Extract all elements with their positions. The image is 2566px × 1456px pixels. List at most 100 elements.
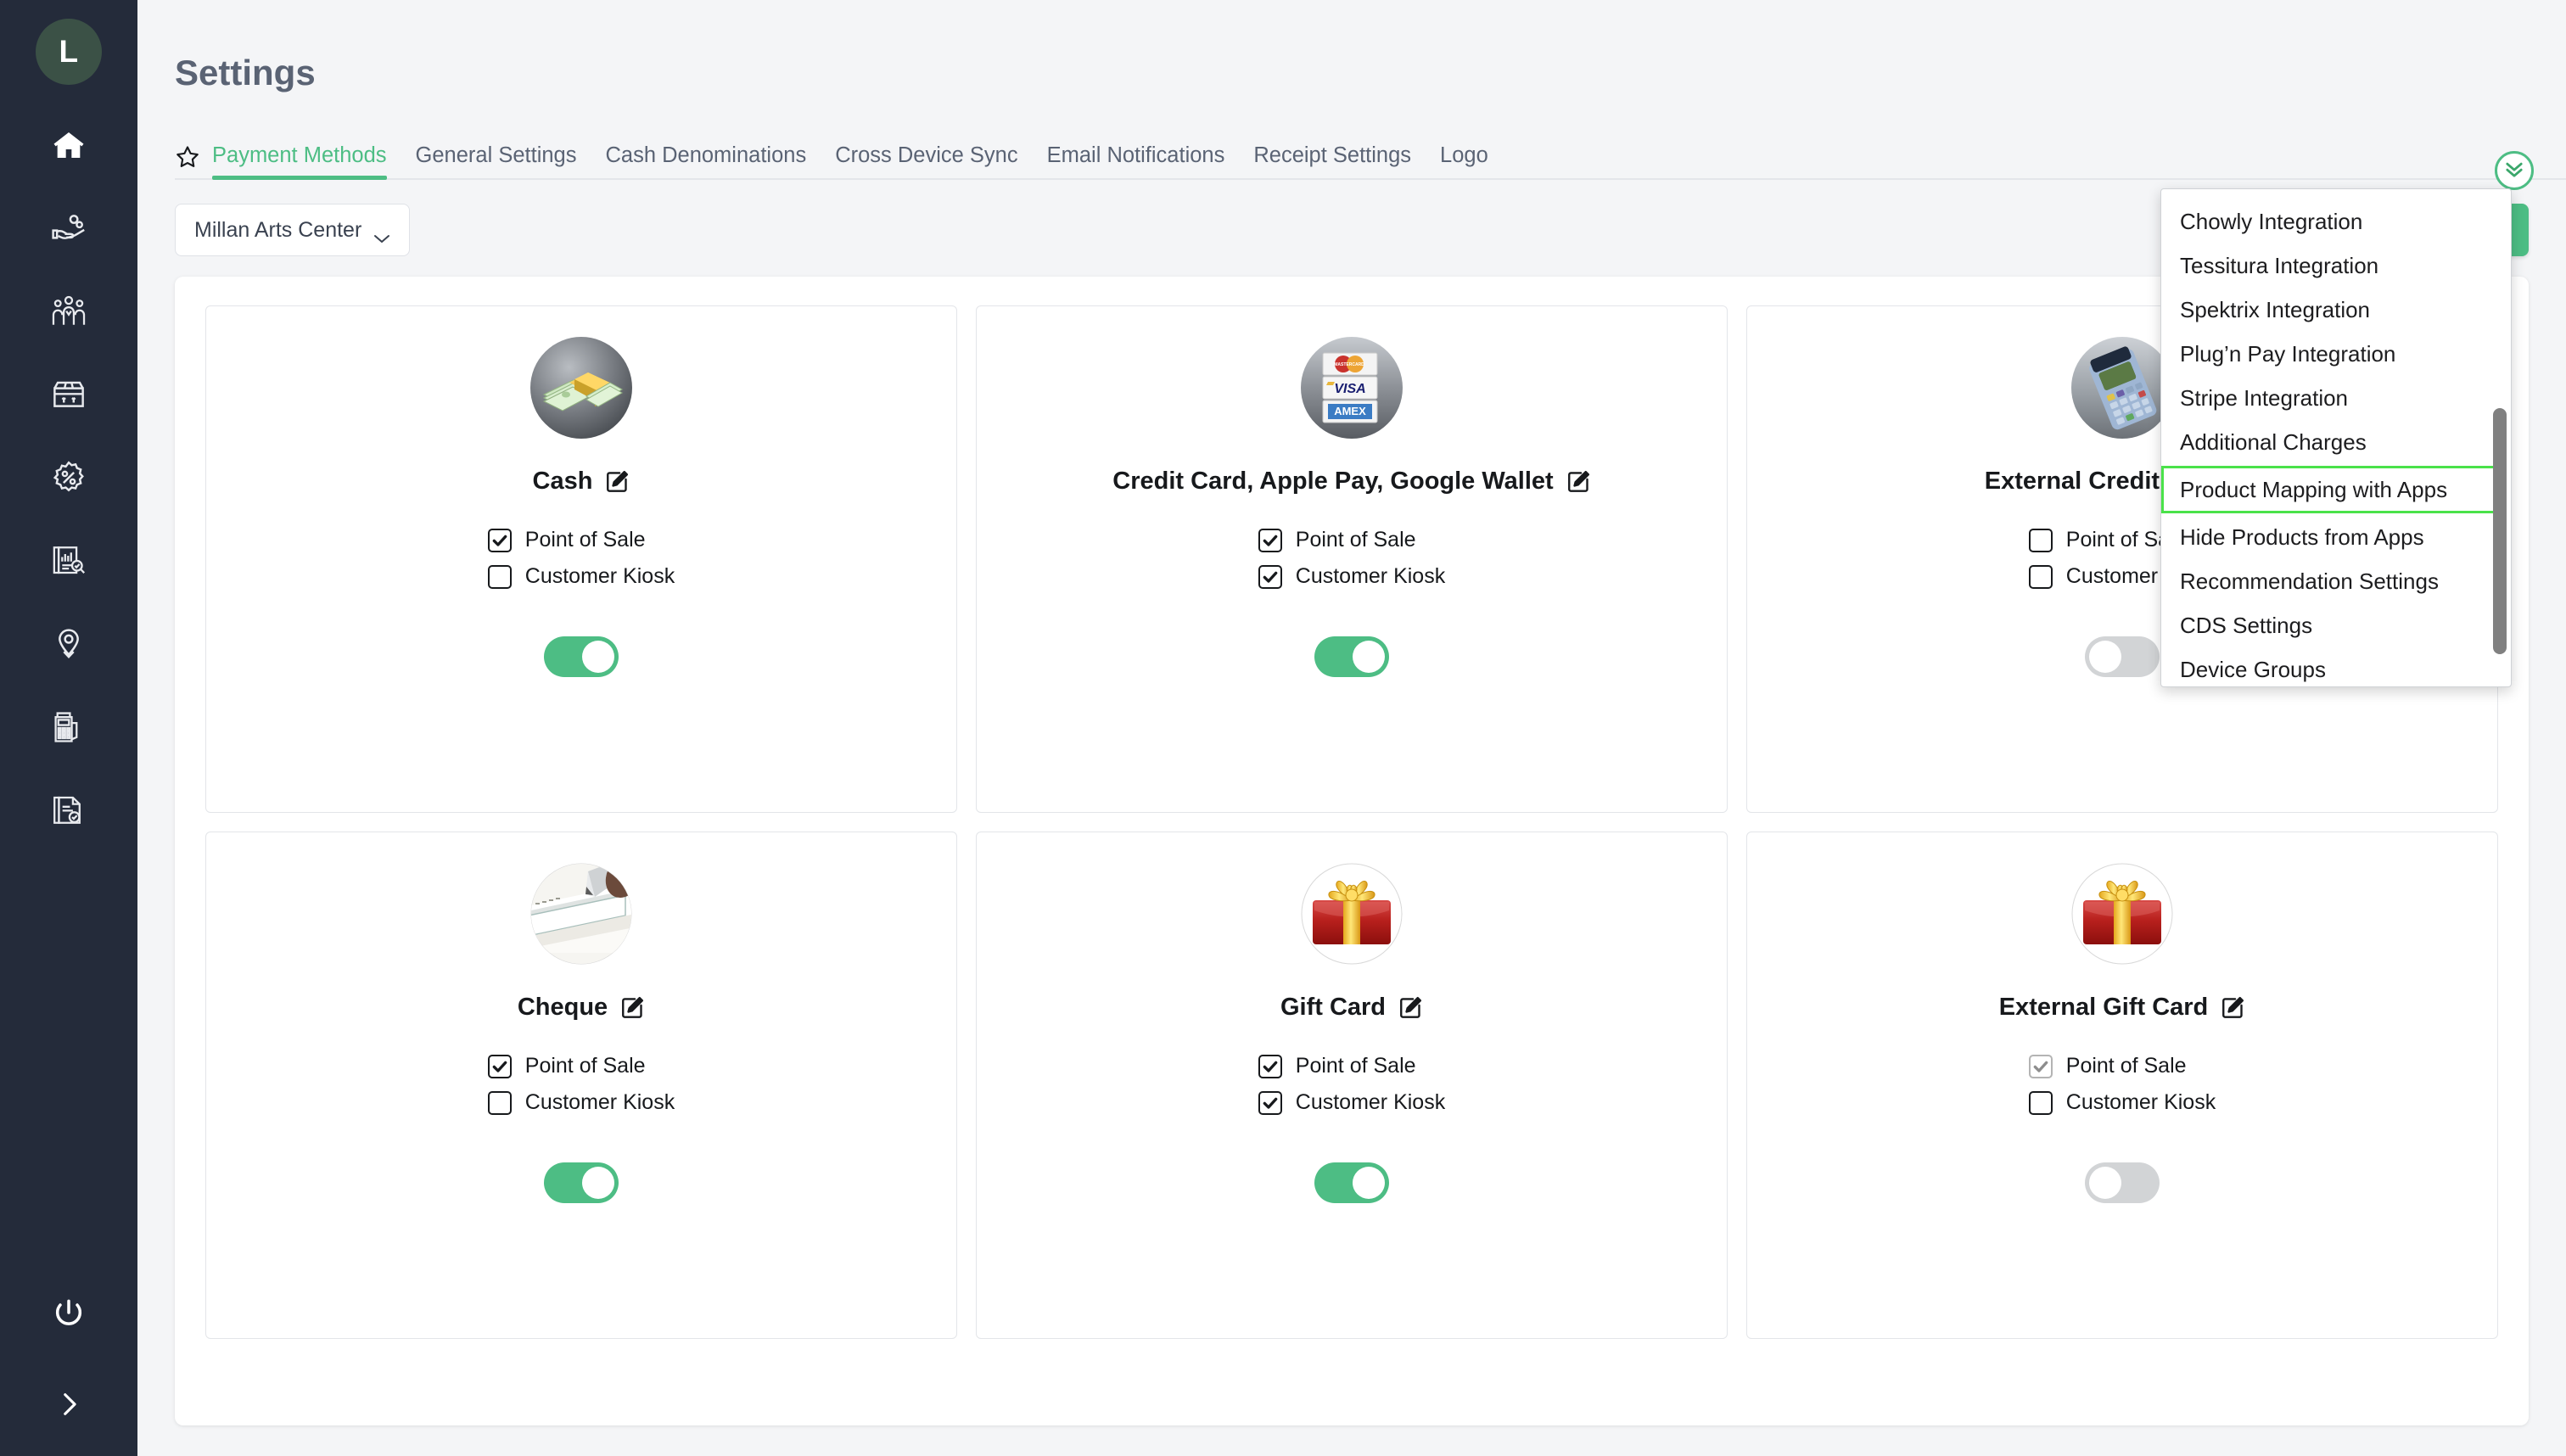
dropdown-item-hide-products-from-apps[interactable]: Hide Products from Apps xyxy=(2161,515,2511,559)
dropdown-item-product-mapping-with-apps[interactable]: Product Mapping with Apps xyxy=(2161,466,2504,513)
option-point-of-sale[interactable]: Point of Sale xyxy=(1258,528,1445,552)
payment-method-title: Credit Card, Apple Pay, Google Wallet xyxy=(1112,468,1590,496)
people-group-icon xyxy=(51,294,87,329)
payment-method-toggle[interactable] xyxy=(544,636,619,677)
checkbox-customer-kiosk[interactable] xyxy=(1258,565,1282,589)
tab-payment-methods[interactable]: Payment Methods xyxy=(212,145,387,179)
payment-method-title: External Gift Card xyxy=(1999,994,2246,1022)
sidebar-item-products[interactable] xyxy=(42,368,95,421)
sidebar-item-home[interactable] xyxy=(42,119,95,171)
checkbox-customer-kiosk[interactable] xyxy=(488,1091,512,1115)
payment-method-toggle[interactable] xyxy=(1314,636,1389,677)
edit-pencil-icon[interactable] xyxy=(619,995,645,1021)
checkbox-point-of-sale[interactable] xyxy=(488,1055,512,1078)
checkbox-point-of-sale[interactable] xyxy=(488,529,512,552)
option-label: Point of Sale xyxy=(2066,1054,2187,1078)
gift-box-icon xyxy=(2065,858,2180,973)
option-point-of-sale[interactable]: Point of Sale xyxy=(1258,1054,1445,1078)
sidebar-item-devices[interactable] xyxy=(42,701,95,753)
option-customer-kiosk[interactable]: Customer Kiosk xyxy=(488,1090,675,1115)
toggle-knob xyxy=(2089,1167,2121,1199)
payment-method-title: Cheque xyxy=(518,994,645,1022)
option-point-of-sale[interactable]: Point of Sale xyxy=(488,528,675,552)
edit-pencil-icon[interactable] xyxy=(2220,995,2245,1021)
dropdown-item-chowly-integration[interactable]: Chowly Integration xyxy=(2161,199,2511,244)
sidebar-expand[interactable] xyxy=(42,1378,95,1431)
sidebar: L xyxy=(0,0,137,1456)
checkbox-customer-kiosk[interactable] xyxy=(2029,1091,2053,1115)
dropdown-scrollbar-thumb[interactable] xyxy=(2493,408,2507,654)
dropdown-item-spektrix-integration[interactable]: Spektrix Integration xyxy=(2161,288,2511,332)
sidebar-item-documents[interactable] xyxy=(42,784,95,837)
sidebar-item-customers[interactable] xyxy=(42,285,95,338)
edit-pencil-icon[interactable] xyxy=(604,469,630,495)
payment-method-toggle[interactable] xyxy=(2085,1162,2160,1203)
tab-email-notifications[interactable]: Email Notifications xyxy=(1047,145,1225,179)
option-customer-kiosk[interactable]: Customer Kiosk xyxy=(1258,1090,1445,1115)
payment-method-title-text: Cash xyxy=(533,468,593,496)
double-chevron-down-icon xyxy=(2502,157,2526,185)
cheque-photo-icon xyxy=(524,858,639,973)
dropdown-item-recommendation-settings[interactable]: Recommendation Settings xyxy=(2161,559,2511,603)
hand-coins-icon xyxy=(51,210,87,246)
sidebar-item-locations[interactable] xyxy=(42,618,95,670)
checkbox-customer-kiosk[interactable] xyxy=(488,565,512,589)
location-selector[interactable]: Millan Arts Center xyxy=(175,204,410,256)
dropdown-item-stripe-integration[interactable]: Stripe Integration xyxy=(2161,376,2511,420)
chevron-down-icon xyxy=(373,225,390,235)
dropdown-item-cds-settings[interactable]: CDS Settings xyxy=(2161,603,2511,647)
tab-logo[interactable]: Logo xyxy=(1440,145,1488,179)
power-icon xyxy=(52,1297,86,1331)
dropdown-item-tessitura-integration[interactable]: Tessitura Integration xyxy=(2161,244,2511,288)
option-customer-kiosk[interactable]: Customer Kiosk xyxy=(1258,564,1445,589)
toggle-knob xyxy=(1353,1167,1385,1199)
checkbox-customer-kiosk[interactable] xyxy=(2029,565,2053,589)
dropdown-item-plugn-pay-integration[interactable]: Plug’n Pay Integration xyxy=(2161,332,2511,376)
sidebar-item-discounts[interactable] xyxy=(42,451,95,504)
dropdown-item-device-groups[interactable]: Device Groups xyxy=(2161,647,2511,687)
star-outline-icon[interactable] xyxy=(175,144,200,170)
payment-method-toggle[interactable] xyxy=(1314,1162,1389,1203)
checkbox-point-of-sale[interactable] xyxy=(2029,529,2053,552)
pos-terminal-icon xyxy=(51,709,87,745)
settings-tabbar: Payment Methods General Settings Cash De… xyxy=(175,132,2566,180)
page-title: Settings xyxy=(175,53,2566,93)
edit-pencil-icon[interactable] xyxy=(1398,995,1423,1021)
tab-cash-denominations[interactable]: Cash Denominations xyxy=(605,145,806,179)
tab-cross-device-sync[interactable]: Cross Device Sync xyxy=(835,145,1017,179)
sidebar-item-sales[interactable] xyxy=(42,202,95,255)
sidebar-item-reports[interactable] xyxy=(42,535,95,587)
option-point-of-sale[interactable]: Point of Sale xyxy=(2029,1054,2216,1078)
svg-text:AMEX: AMEX xyxy=(1334,405,1366,417)
payment-method-card: Cash Point of xyxy=(205,305,957,813)
edit-pencil-icon[interactable] xyxy=(1566,469,1591,495)
sidebar-bottom xyxy=(0,1288,137,1456)
payment-method-title: Cash xyxy=(533,468,630,496)
dropdown-item-additional-charges[interactable]: Additional Charges xyxy=(2161,420,2511,464)
option-customer-kiosk[interactable]: Customer Kiosk xyxy=(488,564,675,589)
app-root: L xyxy=(0,0,2566,1456)
payment-method-title-text: Credit Card, Apple Pay, Google Wallet xyxy=(1112,468,1553,496)
option-point-of-sale[interactable]: Point of Sale xyxy=(488,1054,675,1078)
payment-method-options: Point of Sale Customer Kiosk xyxy=(488,528,675,589)
option-label: Point of Sale xyxy=(525,1054,646,1078)
tab-receipt-settings[interactable]: Receipt Settings xyxy=(1253,145,1411,179)
payment-method-toggle[interactable] xyxy=(2085,636,2160,677)
checkbox-customer-kiosk[interactable] xyxy=(1258,1091,1282,1115)
document-check-icon xyxy=(51,792,87,828)
other-payments-dropdown-trigger[interactable] xyxy=(2495,151,2534,190)
location-selector-value: Millan Arts Center xyxy=(194,218,361,243)
chevron-right-icon xyxy=(54,1390,83,1419)
checkbox-point-of-sale[interactable] xyxy=(1258,529,1282,552)
home-icon xyxy=(52,128,86,162)
tab-general-settings[interactable]: General Settings xyxy=(416,145,577,179)
payment-method-title-text: Cheque xyxy=(518,994,608,1022)
sidebar-logout[interactable] xyxy=(42,1288,95,1341)
avatar[interactable]: L xyxy=(36,19,102,85)
option-customer-kiosk[interactable]: Customer Kiosk xyxy=(2029,1090,2216,1115)
checkbox-point-of-sale xyxy=(2029,1055,2053,1078)
payment-method-toggle[interactable] xyxy=(544,1162,619,1203)
checkbox-point-of-sale[interactable] xyxy=(1258,1055,1282,1078)
payment-method-card: External Gift Card xyxy=(1746,832,2498,1339)
option-label: Customer Kiosk xyxy=(525,564,675,589)
